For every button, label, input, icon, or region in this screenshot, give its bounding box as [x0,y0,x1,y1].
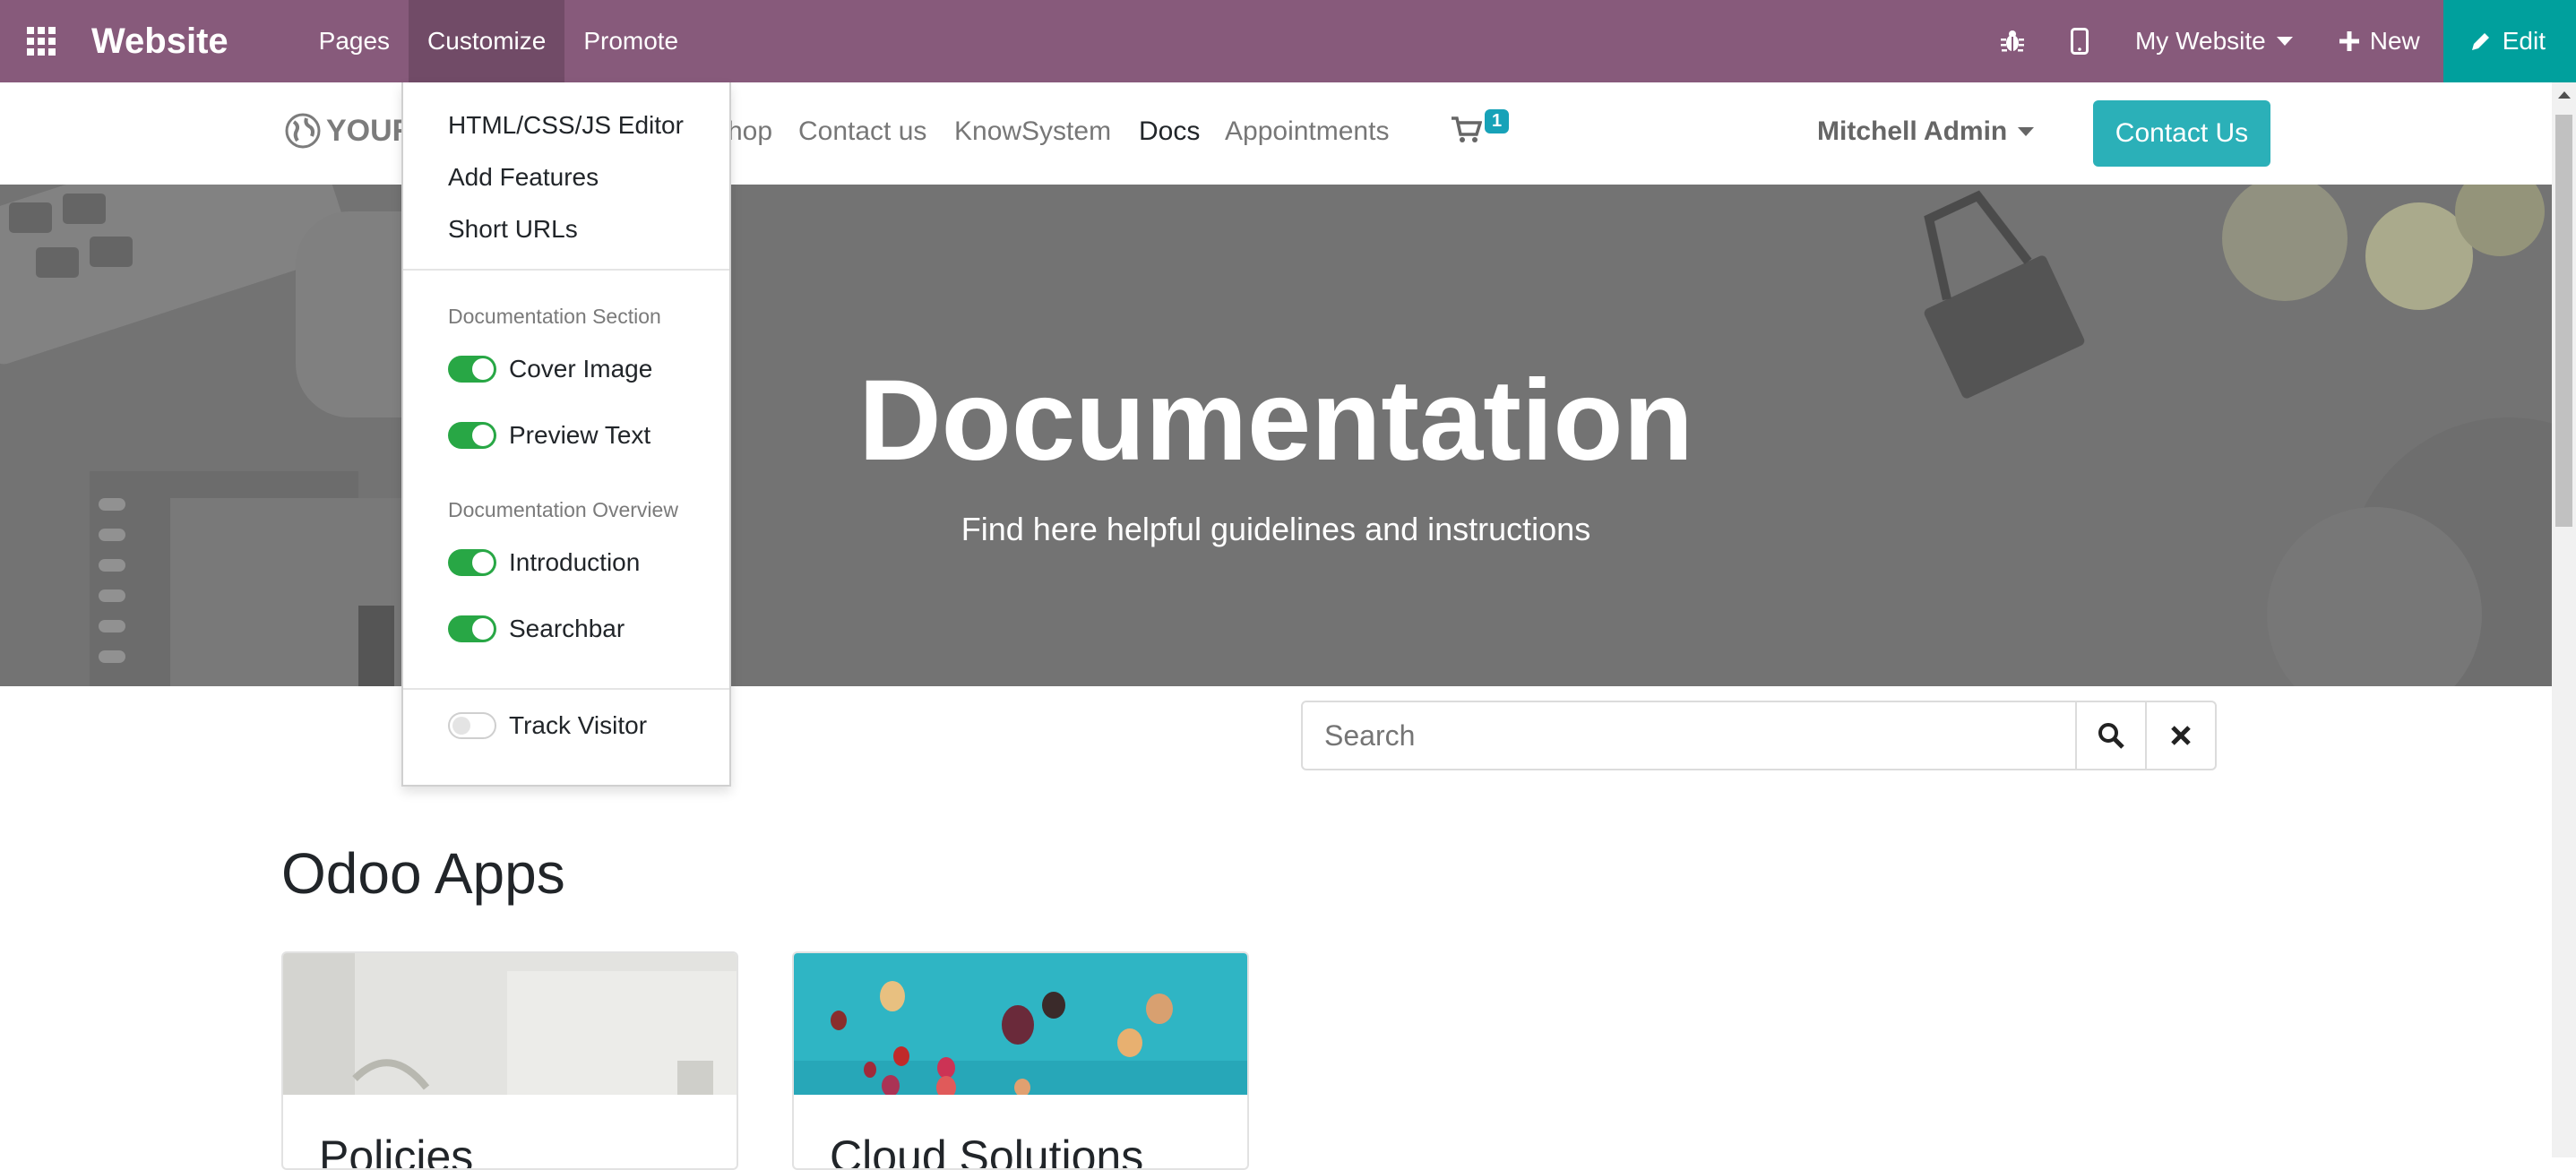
toggle-switch-on[interactable] [448,356,496,383]
search-input[interactable] [1303,702,2075,769]
customize-dropdown: HTML/CSS/JS Editor Add Features Short UR… [401,82,731,787]
doc-search-bar [1301,701,2217,770]
close-icon [2171,726,2191,745]
website-selector[interactable]: My Website [2112,0,2316,82]
cart-count-badge: 1 [1485,109,1510,133]
section-title: Odoo Apps [281,841,565,906]
toggle-label: Preview Text [509,421,651,449]
new-button[interactable]: New [2316,0,2443,82]
website-selector-label: My Website [2134,27,2266,55]
menu-pages[interactable]: Pages [300,0,409,82]
edit-label: Edit [2502,27,2546,55]
new-label: New [2369,27,2420,55]
contact-us-button[interactable]: Contact Us [2093,100,2270,167]
user-menu[interactable]: Mitchell Admin [1817,116,2035,147]
chevron-down-icon [2018,127,2035,136]
hero-title: Documentation [858,357,1693,485]
toggle-switch-off[interactable] [448,712,496,739]
toggle-label: Introduction [509,548,641,576]
menu-customize[interactable]: Customize [409,0,565,82]
pencil-icon [2471,33,2489,50]
site-logo[interactable]: YOUR [285,113,414,149]
cart-icon[interactable] [1452,116,1483,148]
card-title: Policies [319,1131,474,1170]
documentation-hero: Documentation Find here helpful guidelin… [0,185,2552,686]
website-header: YOUR hop Contact us KnowSystem Docs Appo… [0,82,2552,185]
hero-subtitle: Find here helpful guidelines and instruc… [961,511,1591,547]
toggle-preview-text[interactable]: Preview Text [448,421,650,450]
user-name: Mitchell Admin [1817,116,2008,146]
scroll-thumb[interactable] [2555,115,2572,527]
search-icon [2098,723,2124,749]
toggle-switch-on[interactable] [448,549,496,576]
card-cover-image [794,953,1247,1095]
toggle-switch-on[interactable] [448,422,496,449]
edit-button[interactable]: Edit [2442,0,2576,82]
doc-card-cloud-solutions[interactable]: Cloud Solutions [792,951,1249,1170]
nav-contact-us[interactable]: Contact us [798,116,926,147]
documentation-overview-header: Documentation Overview [448,498,678,521]
scroll-up-icon[interactable] [2558,91,2571,99]
toggle-label: Searchbar [509,615,625,642]
divider [403,269,729,271]
card-cover-image [283,953,737,1095]
clear-search-button[interactable] [2145,702,2215,769]
toggle-switch-on[interactable] [448,615,496,642]
toggle-cover-image[interactable]: Cover Image [448,355,652,383]
nav-docs[interactable]: Docs [1139,116,1200,147]
menu-item-short-urls[interactable]: Short URLs [448,215,578,244]
menu-item-html-editor[interactable]: HTML/CSS/JS Editor [448,111,684,140]
chevron-down-icon [2276,37,2293,46]
doc-card-policies[interactable]: Policies [281,951,738,1170]
nav-shop[interactable]: hop [728,116,772,147]
card-title: Cloud Solutions [830,1131,1144,1170]
globe-icon [285,113,321,149]
debug-icon[interactable] [1977,0,2047,82]
menu-promote[interactable]: Promote [564,0,697,82]
divider [403,688,729,690]
nav-knowsystem[interactable]: KnowSystem [954,116,1111,147]
search-button[interactable] [2075,702,2145,769]
toggle-label: Track Visitor [509,711,648,739]
nav-appointments[interactable]: Appointments [1225,116,1389,147]
toggle-introduction[interactable]: Introduction [448,548,640,577]
menu-item-add-features[interactable]: Add Features [448,163,599,192]
toggle-label: Cover Image [509,355,653,383]
apps-menu-icon[interactable] [0,0,82,82]
plus-icon [2339,31,2359,51]
page-scrollbar[interactable] [2552,82,2576,1157]
toggle-track-visitor[interactable]: Track Visitor [448,711,647,740]
admin-navbar: Website Pages Customize Promote My Websi… [0,0,2576,82]
documentation-section-header: Documentation Section [448,305,661,328]
toggle-searchbar[interactable]: Searchbar [448,615,625,643]
app-brand[interactable]: Website [91,22,228,62]
mobile-preview-icon[interactable] [2047,0,2112,82]
